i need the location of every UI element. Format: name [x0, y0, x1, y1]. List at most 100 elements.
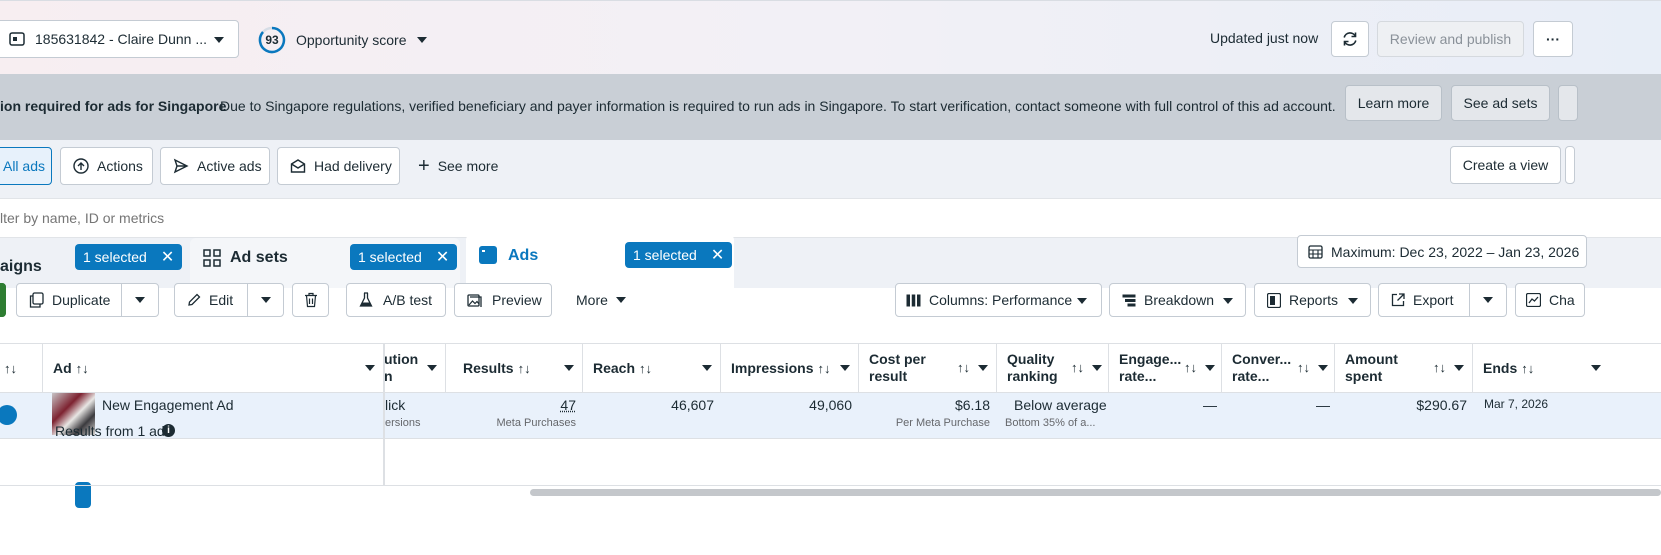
amount-spent-value: $290.67	[1416, 397, 1467, 413]
chevron-down-icon[interactable]	[1205, 365, 1215, 371]
header-cost-line2: result	[869, 368, 908, 384]
refresh-button[interactable]	[1331, 21, 1369, 57]
filter-actions[interactable]: Actions	[60, 147, 153, 185]
filter-active-ads[interactable]: Active ads	[160, 147, 270, 185]
header-reach-label: Reach	[593, 360, 636, 376]
header-engagement-line1: Engage...	[1119, 351, 1182, 367]
chevron-down-icon[interactable]	[1092, 365, 1102, 371]
sort-icon: ↑↓	[817, 360, 831, 376]
ends-value: Mar 7, 2026	[1484, 397, 1549, 411]
header-reach[interactable]: Reach ↑↓	[583, 344, 721, 392]
breakdown-button[interactable]: Breakdown	[1109, 283, 1246, 317]
attribution-value: lick	[385, 397, 406, 413]
results-value[interactable]: 47	[560, 397, 576, 413]
info-icon[interactable]: i	[162, 424, 175, 437]
learn-more-button[interactable]: Learn more	[1345, 85, 1442, 121]
date-range-picker[interactable]: Maximum: Dec 23, 2022 – Jan 23, 2026	[1297, 235, 1587, 268]
verification-banner: ion required for ads for Singapore Due t…	[0, 74, 1661, 140]
delete-button[interactable]	[292, 283, 329, 317]
toggle-switch[interactable]	[0, 405, 17, 425]
header-amount-spent[interactable]: Amount spent ↑↓	[1335, 344, 1473, 392]
ad-name[interactable]: New Engagement Ad	[102, 397, 234, 413]
header-engagement-rate[interactable]: Engage... rate... ↑↓	[1109, 344, 1222, 392]
banner-extra-button[interactable]	[1558, 85, 1578, 121]
search-input[interactable]	[0, 199, 1661, 237]
chevron-down-icon[interactable]	[427, 365, 437, 371]
filter-actions-label: Actions	[97, 158, 143, 174]
header-attribution[interactable]: ution n	[384, 344, 446, 392]
pencil-icon	[187, 293, 201, 307]
campaigns-selected-pill[interactable]: 1 selected ✕	[75, 244, 183, 270]
ad-preview-icon	[478, 245, 498, 265]
see-ad-sets-button[interactable]: See ad sets	[1451, 85, 1550, 121]
ab-test-button[interactable]: A/B test	[346, 283, 446, 317]
chevron-down-icon[interactable]	[1318, 365, 1328, 371]
filter-all-ads[interactable]: All ads	[0, 147, 52, 185]
learn-more-label: Learn more	[1357, 95, 1430, 111]
edit-button[interactable]: Edit	[174, 283, 248, 317]
create-view-button[interactable]: Create a view	[1450, 146, 1561, 184]
results-sub: Meta Purchases	[496, 417, 576, 429]
chevron-down-icon[interactable]	[978, 365, 988, 371]
columns-button[interactable]: Columns: Performance	[895, 283, 1102, 317]
header-cost-line1: Cost per	[869, 351, 926, 367]
header-checkbox-col[interactable]: ↑↓	[0, 344, 43, 392]
plus-icon: +	[418, 155, 430, 177]
close-icon[interactable]: ✕	[436, 247, 449, 267]
ad-account-icon	[9, 32, 25, 46]
export-button[interactable]: Export	[1378, 283, 1470, 317]
chevron-down-icon[interactable]	[702, 365, 712, 371]
filter-had-delivery[interactable]: Had delivery	[277, 147, 400, 185]
review-and-publish-button[interactable]: Review and publish	[1377, 21, 1524, 57]
charts-button[interactable]: Cha	[1515, 283, 1585, 317]
refresh-icon	[1341, 30, 1359, 48]
header-results-label: Results	[463, 360, 514, 376]
more-options-button[interactable]: ···	[1533, 21, 1573, 57]
sort-icon: ↑↓	[1071, 360, 1084, 375]
header-results[interactable]: Results ↑↓	[446, 344, 583, 392]
horizontal-scrollbar[interactable]	[530, 489, 1661, 496]
account-selector[interactable]: 185631842 - Claire Dunn ...	[0, 20, 239, 58]
header-quality-line2: ranking	[1007, 368, 1058, 384]
chevron-down-icon	[1348, 298, 1358, 304]
header-impressions[interactable]: Impressions ↑↓	[721, 344, 859, 392]
chevron-down-icon	[260, 297, 271, 303]
attribution-sub: ersions	[385, 417, 421, 429]
chevron-down-icon[interactable]	[840, 365, 850, 371]
ads-selected-pill[interactable]: 1 selected ✕	[625, 242, 733, 268]
close-icon[interactable]: ✕	[711, 245, 724, 265]
preview-button[interactable]: Preview	[454, 283, 552, 317]
chevron-down-icon[interactable]	[365, 365, 375, 371]
tab-ads-label: Ads	[508, 247, 539, 264]
see-more-filters-button[interactable]: + See more	[418, 147, 498, 185]
table-row[interactable]: New Engagement Ad lick ersions 47 Meta P…	[0, 393, 1661, 439]
sort-icon: ↑↓	[957, 360, 970, 375]
opportunity-score-button[interactable]: 93 Opportunity score	[258, 25, 427, 55]
chevron-down-icon	[135, 297, 145, 303]
header-cost-per-result[interactable]: Cost per result ↑↓	[859, 344, 997, 392]
more-actions-button[interactable]: More	[576, 283, 626, 317]
flask-icon	[359, 292, 373, 308]
chevron-down-icon[interactable]	[564, 365, 574, 371]
edit-dropdown-button[interactable]	[247, 283, 284, 317]
header-ad[interactable]: Ad ↑↓	[43, 344, 384, 392]
table-header: ↑↓ Ad ↑↓ ution n Results ↑↓ Reach ↑↓ Imp…	[0, 343, 1661, 393]
envelope-icon	[290, 158, 306, 174]
create-button-edge[interactable]	[0, 283, 6, 317]
reports-button[interactable]: Reports	[1254, 283, 1371, 317]
header-conversion-rate[interactable]: Conver... rate... ↑↓	[1222, 344, 1335, 392]
close-icon[interactable]: ✕	[161, 247, 174, 267]
header-quality-ranking[interactable]: Quality ranking ↑↓	[997, 344, 1109, 392]
header-ends[interactable]: Ends ↑↓	[1473, 344, 1603, 392]
ad-sets-selected-pill[interactable]: 1 selected ✕	[350, 244, 458, 270]
chevron-down-icon[interactable]	[1454, 365, 1464, 371]
engagement-rate-value: —	[1203, 397, 1217, 413]
sort-icon: ↑↓	[4, 360, 17, 376]
cost-per-result-value: $6.18	[954, 397, 990, 413]
chevron-down-icon[interactable]	[1591, 365, 1601, 371]
header-quality-line1: Quality	[1007, 351, 1055, 367]
view-extra-button[interactable]	[1565, 146, 1575, 184]
duplicate-button[interactable]: Duplicate	[16, 283, 122, 317]
export-dropdown-button[interactable]	[1469, 283, 1507, 317]
duplicate-dropdown-button[interactable]	[121, 283, 159, 317]
